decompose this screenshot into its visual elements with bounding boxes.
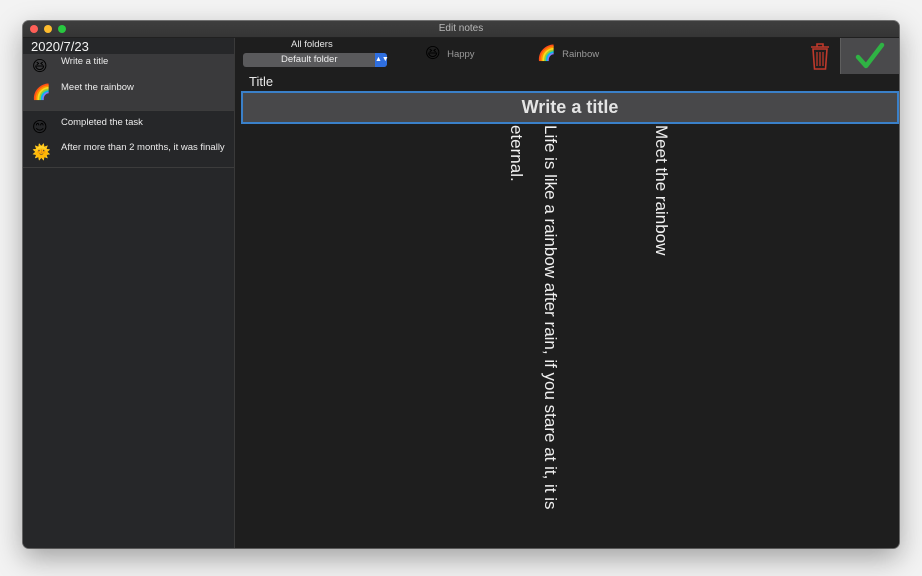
list-item-label: Write a title: [61, 56, 109, 67]
minimize-window-button[interactable]: [44, 25, 52, 33]
list-item-label: After more than 2 months, it was finally: [61, 142, 225, 153]
note-body-editor[interactable]: Meet the rainbow Life is like a rainbow …: [242, 124, 899, 548]
all-folders-label: All folders: [291, 39, 333, 50]
editor-toolbar: All folders Default folder ▲▼ 😆 Happy 🌈 …: [235, 38, 899, 76]
title-field-label: Title: [249, 74, 274, 89]
up-down-chevron-icon: ▲▼: [375, 53, 389, 67]
zoom-window-button[interactable]: [58, 25, 66, 33]
trash-icon: [811, 43, 829, 70]
list-item[interactable]: 😊 Completed the task: [23, 115, 234, 141]
title-bar[interactable]: Edit notes: [23, 21, 899, 38]
note-list-sidebar: 2020/7/23 😆 Write a title 🌈 Meet the rai…: [23, 38, 235, 548]
title-input[interactable]: [241, 91, 899, 124]
folder-select-value: Default folder: [281, 54, 338, 65]
delete-note-button[interactable]: [808, 40, 832, 72]
note-group-selected[interactable]: 😆 Write a title 🌈 Meet the rainbow: [23, 54, 234, 111]
tag-happy[interactable]: 😆 Happy: [425, 45, 475, 63]
window-title: Edit notes: [438, 23, 484, 34]
save-note-button[interactable]: [840, 38, 899, 74]
rainbow-emoji-icon: 🌈: [32, 84, 51, 101]
rainbow-emoji-icon: 🌈: [537, 45, 556, 62]
tag-label: Rainbow: [562, 48, 600, 60]
folder-select[interactable]: Default folder ▲▼: [243, 53, 389, 67]
list-item[interactable]: 🌈 Meet the rainbow: [23, 80, 234, 106]
smiling-emoji-icon: 😊: [32, 119, 48, 136]
list-item-label: Completed the task: [61, 117, 143, 128]
note-heading-line: Meet the rainbow: [652, 125, 671, 256]
grinning-emoji-icon: 😆: [32, 58, 48, 75]
list-item[interactable]: 😆 Write a title: [23, 54, 234, 80]
tag-label: Happy: [447, 48, 475, 60]
note-group[interactable]: 😊 Completed the task 🌞 After more than 2…: [23, 111, 234, 168]
edit-notes-window: Edit notes 2020/7/23 😆 Write a title 🌈 M…: [23, 21, 899, 548]
grinning-emoji-icon: 😆: [425, 45, 441, 62]
sun-emoji-icon: 🌞: [32, 144, 51, 161]
note-date: 2020/7/23: [31, 39, 89, 54]
checkmark-icon: [855, 42, 885, 69]
close-window-button[interactable]: [30, 25, 38, 33]
list-item-label: Meet the rainbow: [61, 82, 134, 93]
note-body-text: Life is like a rainbow after rain, if yo…: [507, 125, 560, 515]
list-item[interactable]: 🌞 After more than 2 months, it was final…: [23, 140, 234, 166]
tag-rainbow[interactable]: 🌈 Rainbow: [537, 45, 599, 63]
